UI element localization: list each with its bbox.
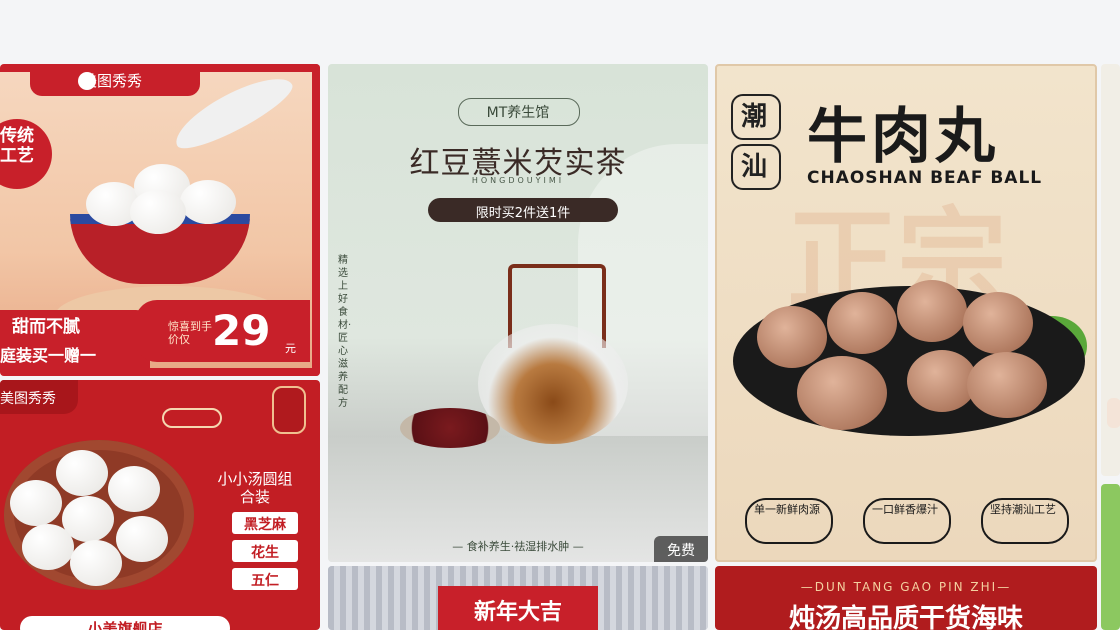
shop-name: 小美旗舰店 (87, 620, 163, 630)
flavor-tag: 花生 (251, 545, 279, 561)
combo-title: 小小汤圆组合装 (217, 470, 293, 506)
brand-pill-text: MT养生馆 (486, 105, 550, 121)
poster-subtitle: HONGDOUYIMI (471, 176, 565, 185)
ribbon-text: 甜而不腻 (12, 317, 80, 337)
product-card-beef-ball[interactable]: 正宗风味 潮 汕 牛肉丸 CHAOSHAN BEAF BALL 单一新鲜肉源 一… (715, 64, 1097, 562)
brand-label: 美图秀秀 (82, 72, 143, 90)
product-card-partial[interactable] (1101, 484, 1120, 630)
feature-pill-text: 坚持潮汕工艺 (990, 503, 1056, 516)
product-card-partial[interactable] (1101, 64, 1120, 476)
kettle-image (478, 324, 628, 444)
meatball-image (897, 280, 967, 342)
top-bar (0, 0, 1120, 64)
craft-badge-text: 传统工艺 (0, 126, 34, 166)
price-value: 29 (212, 306, 271, 355)
feature-pill-text: 一口鲜香爆汁 (872, 503, 938, 516)
flavor-tag: 五仁 (251, 573, 279, 589)
product-card-stew-dry-goods[interactable]: —DUN TANG GAO PIN ZHI— 炖汤高品质干货海味 (715, 566, 1097, 630)
product-subtitle: CHAOSHAN BEAF BALL (807, 168, 1043, 188)
feature-pill-text: 单一新鲜肉源 (754, 503, 820, 516)
product-card-tea-poster[interactable]: MT养生馆 红豆薏米芡实茶 HONGDOUYIMI 限时买2件送1件 精选上好食… (328, 64, 708, 562)
red-beans-image (400, 408, 500, 448)
poster-footer: — 食补养生·祛湿排水肿 — (452, 540, 584, 553)
ribbon-2-text: 庭装买一赠一 (0, 346, 97, 365)
vertical-slogan: 精选上好食材·匠心滋养配方 (338, 255, 352, 409)
meatball-cut-image (967, 352, 1047, 418)
promo-text: 限时买2件送1件 (475, 206, 571, 221)
lantern-icon (272, 386, 306, 434)
tangyuan-image (86, 164, 236, 234)
partial-image (1107, 398, 1120, 428)
cloud-icon (162, 408, 222, 428)
banner-subtitle: —DUN TANG GAO PIN ZHI— (800, 580, 1012, 594)
price-prefix: 惊喜到手价仅 (168, 320, 212, 346)
meatball-cut-image (797, 356, 887, 430)
plate-image (4, 440, 194, 590)
product-title: 牛肉丸 (807, 102, 999, 172)
banner-title: 炖汤高品质干货海味 (788, 604, 1023, 630)
new-year-title: 新年大吉 (473, 600, 562, 625)
meatball-image (757, 306, 827, 368)
brand-label: 美图秀秀 (0, 391, 56, 407)
price-currency: 元 (285, 342, 296, 355)
seal-char: 汕 (741, 152, 768, 182)
seal-char: 潮 (741, 102, 768, 132)
meatball-image (963, 292, 1033, 354)
flavor-tag: 黑芝麻 (244, 517, 286, 533)
product-card-tangyuan-banner[interactable]: 美图秀秀 传统工艺 甜而不腻 庭装买一赠一 惊喜到手价仅 29 元 (0, 64, 320, 376)
product-card-tangyuan-shop[interactable]: 美图秀秀 小小汤圆组合装 黑芝麻 花生 五仁 小美旗舰店 (0, 380, 320, 630)
product-card-new-year[interactable]: 新年大吉 (328, 566, 708, 630)
meatball-image (827, 292, 897, 354)
free-badge[interactable]: 免费 (654, 540, 708, 560)
